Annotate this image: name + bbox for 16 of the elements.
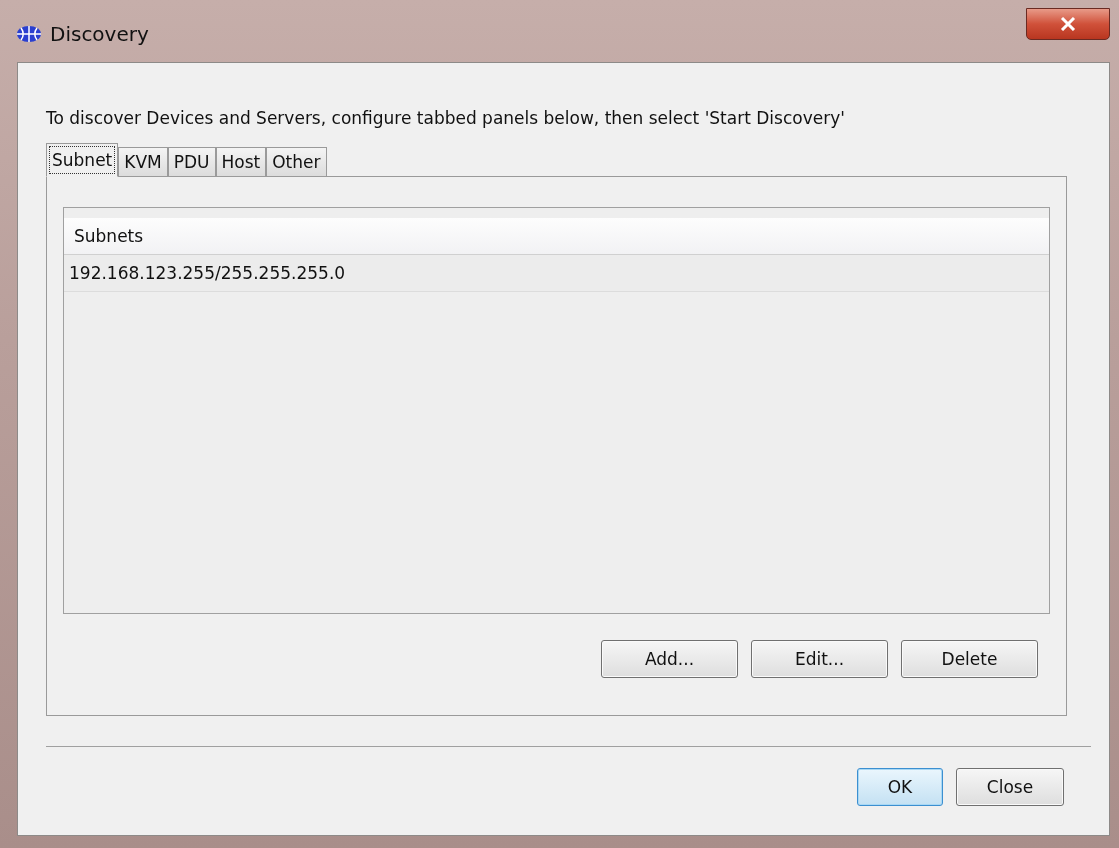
tab[interactable]: PDU bbox=[167, 147, 216, 177]
tab[interactable]: Other bbox=[266, 147, 327, 177]
panel-button[interactable]: Delete bbox=[901, 640, 1038, 678]
tab[interactable]: Subnet bbox=[46, 143, 119, 177]
close-button[interactable] bbox=[1026, 8, 1110, 40]
close-icon bbox=[1060, 17, 1076, 31]
globe-icon bbox=[16, 25, 42, 43]
tab[interactable]: Host bbox=[215, 147, 267, 177]
panel-button[interactable]: Add... bbox=[601, 640, 738, 678]
window-title: Discovery bbox=[50, 22, 149, 46]
panel-button[interactable]: Edit... bbox=[751, 640, 888, 678]
instruction-text: To discover Devices and Servers, configure tabbed panels below, then select 'Start Discovery' bbox=[46, 108, 846, 128]
column-header: Subnets bbox=[64, 218, 1049, 255]
dialog-button[interactable]: Close bbox=[956, 768, 1064, 806]
dialog-button[interactable]: OK bbox=[857, 768, 943, 806]
tab[interactable]: KVM bbox=[118, 147, 168, 177]
